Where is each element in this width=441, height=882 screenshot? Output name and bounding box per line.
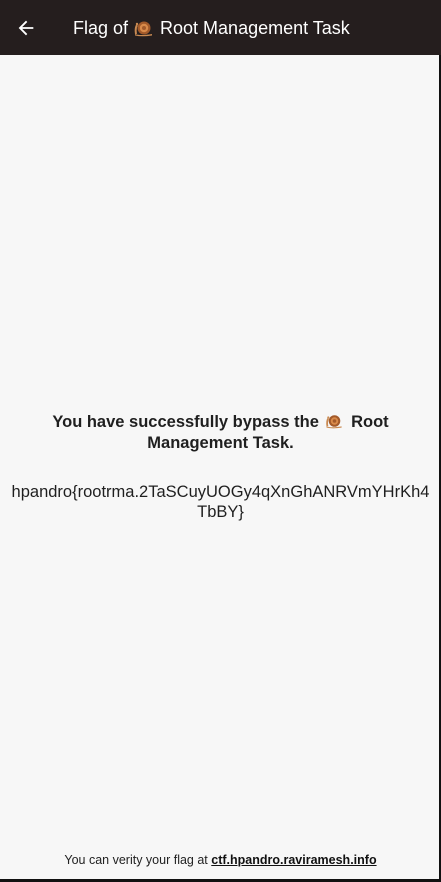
success-message-prefix: You have successfully bypass the — [52, 413, 319, 431]
title-prefix: Flag of — [73, 17, 129, 38]
back-button[interactable] — [2, 4, 50, 52]
flag-text: hpandro{rootrma.2TaSCuyUOGy4qXnGhANRVmYH… — [11, 483, 430, 521]
main-content: You have successfully bypass the Root Ma… — [0, 412, 441, 522]
app-bar: Flag of Root Management Task — [0, 0, 441, 55]
title-suffix: Root Management Task — [160, 17, 350, 38]
footer-text: You can verity your flag at — [64, 853, 208, 867]
success-message: You have successfully bypass the Root Ma… — [10, 412, 431, 454]
back-arrow-icon — [18, 20, 34, 35]
snail-icon — [134, 21, 153, 36]
app-screen: Flag of Root Management Task You have su… — [0, 0, 441, 882]
footer: You can verity your flag at ctf.hpandro.… — [0, 853, 441, 867]
snail-icon — [326, 415, 343, 429]
page-title: Flag of Root Management Task — [73, 19, 350, 37]
verification-link[interactable]: ctf.hpandro.raviramesh.info — [211, 853, 376, 867]
